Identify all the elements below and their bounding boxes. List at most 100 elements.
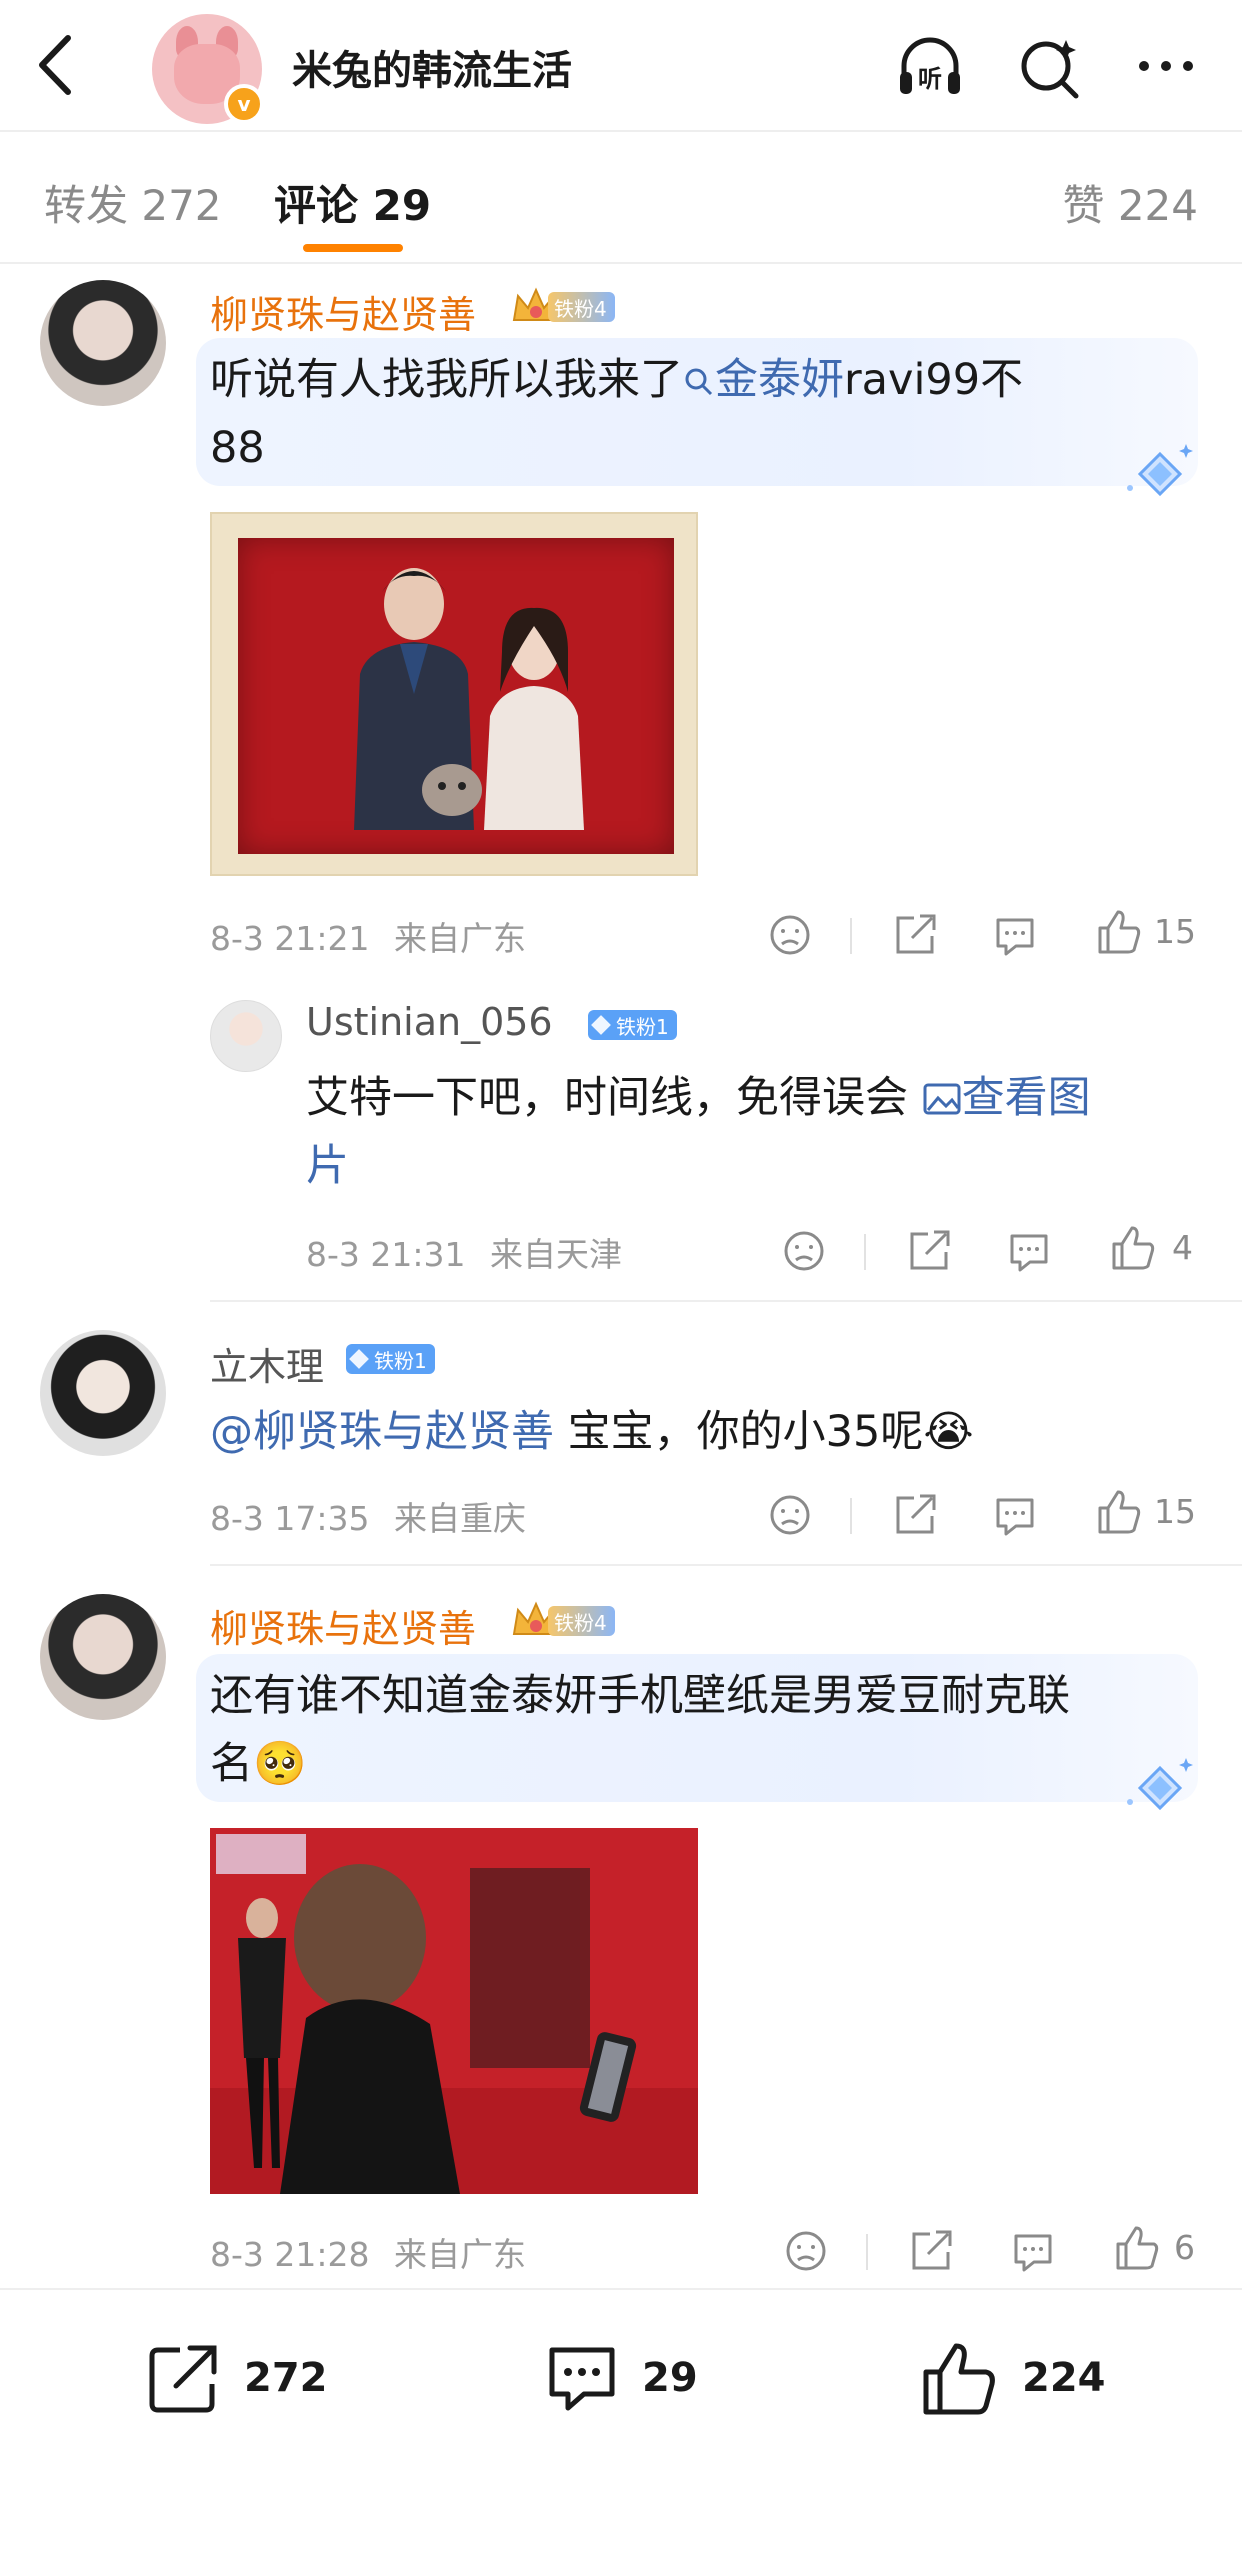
- like-button[interactable]: 224: [920, 2338, 1106, 2418]
- listen-label: 听: [918, 65, 942, 93]
- action-separator: [850, 918, 852, 954]
- reply-avatar[interactable]: [210, 1000, 282, 1072]
- comment-text: @柳贤珠与赵贤善 宝宝，你的小35呢😭: [210, 1398, 1190, 1466]
- like-count: 15: [1154, 1492, 1196, 1531]
- comment-time: 8-3 21:21: [210, 919, 370, 958]
- commenter-name[interactable]: 柳贤珠与赵贤善: [210, 1598, 476, 1653]
- reply-username[interactable]: Ustinian_056: [306, 1000, 553, 1044]
- commenter-avatar[interactable]: [40, 1330, 166, 1456]
- comment-text-part: 还有谁不知道金泰妍手机壁纸是男爱豆耐克联: [210, 1671, 1070, 1721]
- repost-icon: [149, 2345, 217, 2413]
- comment-meta: 8-3 21:21 来自广东: [210, 912, 526, 960]
- dislike-icon[interactable]: [768, 1490, 812, 1540]
- listen-headphones-icon[interactable]: 听: [894, 32, 966, 104]
- comment-image[interactable]: [210, 512, 698, 876]
- share-icon[interactable]: [906, 1224, 952, 1274]
- like-thumb-icon[interactable]: [1114, 2222, 1160, 2272]
- comment-text-part: 名🥺: [210, 1739, 307, 1789]
- reply-text: 艾特一下吧，时间线，免得误会 查看图片: [306, 1064, 1186, 1200]
- diamond-icon: [349, 1349, 369, 1369]
- reply-icon[interactable]: [1006, 1226, 1052, 1276]
- repost-button[interactable]: 272: [146, 2338, 328, 2418]
- comment-divider: [210, 1300, 1242, 1302]
- commenter-avatar[interactable]: [40, 1594, 166, 1720]
- search-topic-link[interactable]: 金泰妍: [683, 355, 844, 405]
- image-link-icon: [923, 1083, 961, 1115]
- account-avatar[interactable]: v: [152, 14, 264, 124]
- dislike-icon[interactable]: [782, 1226, 826, 1276]
- verified-badge-icon: v: [224, 84, 264, 124]
- action-separator: [866, 2234, 868, 2270]
- tab-reposts[interactable]: 转发 272: [44, 172, 222, 233]
- post-tabs: 转发 272 评论 29 赞 224: [0, 132, 1242, 264]
- repost-count: 272: [244, 2355, 328, 2401]
- tab-likes[interactable]: 赞 224: [1062, 172, 1198, 233]
- share-icon[interactable]: [892, 908, 938, 958]
- like-thumb-icon[interactable]: [1096, 906, 1142, 956]
- fan-level-badge: 铁粉1: [346, 1344, 435, 1374]
- badge-text: 铁粉1: [374, 1348, 427, 1373]
- comment-text: 听说有人找我所以我来了 金泰妍ravi99不 88: [210, 346, 1170, 482]
- like-thumb-icon[interactable]: [1110, 1222, 1156, 1272]
- comment-text-part: ravi99不: [844, 355, 1024, 405]
- account-name[interactable]: 米兔的韩流生活: [292, 38, 572, 96]
- tab-comments[interactable]: 评论 29: [274, 172, 431, 233]
- photo-scene: [210, 1828, 698, 2194]
- sparkle-diamond-icon: [1127, 1758, 1193, 1811]
- commenter-avatar[interactable]: [40, 280, 166, 406]
- photo-dog: [422, 764, 482, 816]
- share-icon[interactable]: [908, 2224, 954, 2274]
- comment-text: 还有谁不知道金泰妍手机壁纸是男爱豆耐克联 名🥺: [210, 1662, 1170, 1798]
- active-tab-indicator: [303, 244, 403, 252]
- sparkle-diamond-icon: [1127, 444, 1193, 497]
- comment-meta: 8-3 21:28 来自广东: [210, 2228, 526, 2276]
- badge-text: 铁粉4: [554, 1610, 607, 1635]
- reply-icon[interactable]: [992, 910, 1038, 960]
- reply-meta: 8-3 21:31 来自天津: [306, 1228, 622, 1276]
- like-thumb-icon[interactable]: [1096, 1486, 1142, 1536]
- topic-link-text: 金泰妍: [715, 355, 844, 405]
- comment-count: 29: [642, 2355, 698, 2401]
- mention-link[interactable]: @柳贤珠与赵贤善: [210, 1407, 554, 1457]
- view-image-text: 查看图: [961, 1073, 1091, 1123]
- comment-divider: [210, 1564, 1242, 1566]
- back-arrow-icon[interactable]: [28, 30, 88, 100]
- share-icon[interactable]: [892, 1488, 938, 1538]
- diamond-icon: [591, 1015, 611, 1035]
- comment-icon: [549, 2347, 615, 2411]
- search-icon[interactable]: [1014, 32, 1086, 104]
- reply-text-part: 艾特一下吧，时间线，免得误会: [306, 1073, 908, 1123]
- comment-image[interactable]: [210, 1828, 698, 2194]
- comment-time: 8-3 21:28: [210, 2235, 370, 2274]
- reply-icon[interactable]: [1010, 2226, 1056, 2276]
- badge-text: 铁粉1: [616, 1014, 669, 1039]
- action-separator: [850, 1498, 852, 1534]
- comment-location: 来自广东: [394, 919, 526, 958]
- reply-icon[interactable]: [992, 1490, 1038, 1540]
- search-link-icon: [685, 368, 713, 396]
- commenter-name[interactable]: 柳贤珠与赵贤善: [210, 284, 476, 339]
- like-count: 4: [1172, 1228, 1193, 1267]
- dislike-icon[interactable]: [784, 2226, 828, 2276]
- comment-button[interactable]: 29: [544, 2338, 698, 2418]
- action-separator: [864, 1234, 866, 1270]
- reply-time: 8-3 21:31: [306, 1235, 466, 1274]
- fan-level-badge: 铁粉4: [548, 292, 615, 322]
- bottom-action-bar: 272 29 224: [0, 2288, 1242, 2556]
- more-options-icon[interactable]: [1130, 32, 1202, 104]
- like-icon: [923, 2343, 995, 2415]
- top-nav-bar: v 米兔的韩流生活 听: [0, 0, 1242, 132]
- photo-person-woman: [484, 607, 584, 830]
- badge-text: 铁粉4: [554, 296, 607, 321]
- commenter-name[interactable]: 立木理: [210, 1336, 324, 1391]
- comment-text-part: 宝宝，你的小35呢😭: [567, 1407, 974, 1457]
- comment-text-part: 听说有人找我所以我来了: [210, 355, 683, 405]
- dislike-icon[interactable]: [768, 910, 812, 960]
- reply-location: 来自天津: [490, 1235, 622, 1274]
- like-count-total: 224: [1022, 2355, 1106, 2401]
- view-image-text: 片: [306, 1141, 349, 1191]
- fan-level-badge: 铁粉1: [588, 1010, 677, 1040]
- like-count: 15: [1154, 912, 1196, 951]
- comment-location: 来自广东: [394, 2235, 526, 2274]
- comment-text-part: 88: [210, 423, 265, 473]
